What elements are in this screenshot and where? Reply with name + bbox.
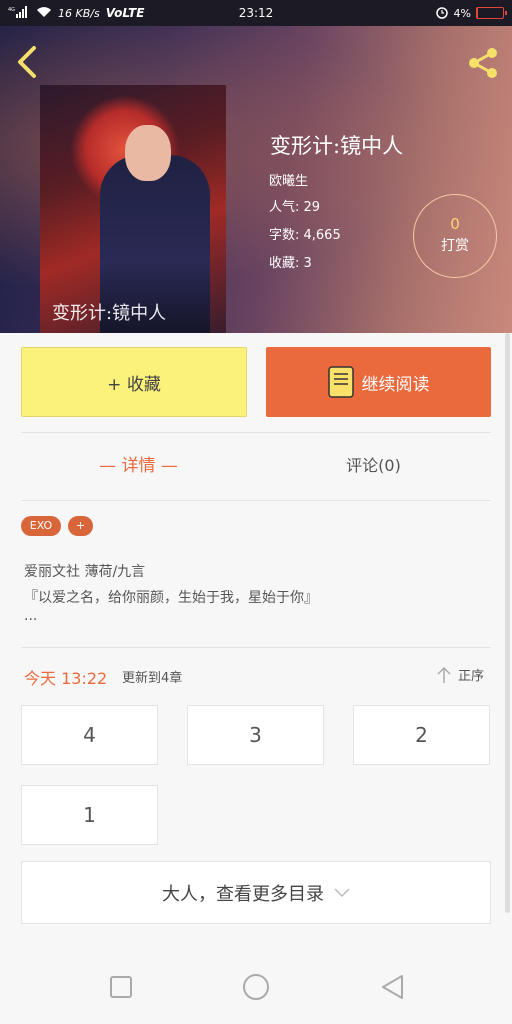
continue-reading-label: 继续阅读 <box>361 374 430 395</box>
arrow-up-icon <box>437 666 451 683</box>
sort-button[interactable]: 正序 <box>436 665 484 684</box>
book-icon <box>327 366 354 398</box>
more-catalog-button[interactable]: 大人，查看更多目录 <box>21 861 491 924</box>
description-line-1: 爱丽文社 薄荷/九言 <box>24 564 146 580</box>
circle-icon <box>243 974 269 1000</box>
book-header: 变形计:镜中人 变形计:镜中人 欧曦生 人气: 29 字数: 4,665 收藏:… <box>0 26 512 333</box>
tab-detail[interactable]: — 详情 — <box>21 445 256 487</box>
status-time: 23:12 <box>238 6 274 20</box>
share-button[interactable] <box>464 44 502 82</box>
cover-title: 变形计:镜中人 <box>52 303 167 324</box>
reward-button[interactable]: 0 打赏 <box>413 194 497 278</box>
more-catalog-label: 大人，查看更多目录 <box>162 883 324 905</box>
battery-level <box>477 8 479 18</box>
book-title: 变形计:镜中人 <box>270 134 404 158</box>
triangle-back-icon <box>382 975 403 999</box>
book-word-count: 字数: 4,665 <box>269 228 341 243</box>
chevron-left-icon <box>18 46 36 78</box>
reward-label: 打赏 <box>441 238 469 254</box>
status-bar: 4G 16 KB/s VoLTE 23:12 4% <box>0 0 512 26</box>
back-button[interactable] <box>12 44 42 80</box>
divider <box>21 500 491 501</box>
divider <box>21 432 491 433</box>
battery-icon <box>476 7 507 19</box>
description-ellipsis[interactable]: ... <box>24 608 37 624</box>
book-cover[interactable]: 变形计:镜中人 <box>40 85 226 333</box>
description-line-2: 『以爱之名，给你丽颜，生始于我，星始于你』 <box>24 590 318 606</box>
chapter-item[interactable]: 1 <box>21 785 158 845</box>
chapter-item[interactable]: 4 <box>21 705 158 765</box>
book-popularity: 人气: 29 <box>269 200 321 215</box>
square-icon <box>110 976 132 998</box>
book-author[interactable]: 欧曦生 <box>269 170 308 189</box>
cover-face <box>125 125 171 181</box>
scrollbar[interactable] <box>505 333 510 913</box>
continue-reading-button[interactable]: 继续阅读 <box>266 347 491 417</box>
tab-comments[interactable]: 评论(0) <box>256 445 491 487</box>
divider <box>21 647 491 648</box>
tag-exo[interactable]: EXO <box>21 516 61 536</box>
chapter-item[interactable]: 2 <box>353 705 490 765</box>
update-time: 今天 13:22 <box>24 669 108 688</box>
add-tag-button[interactable]: + <box>68 516 93 536</box>
add-favorite-button[interactable]: + 收藏 <box>21 347 247 417</box>
sort-label: 正序 <box>458 669 485 684</box>
update-text: 更新到4章 <box>122 671 183 686</box>
navigation-bar <box>0 950 512 1024</box>
chapter-item[interactable]: 3 <box>187 705 324 765</box>
home-button[interactable] <box>241 972 271 1002</box>
back-nav-button[interactable] <box>377 972 407 1002</box>
chevron-down-icon <box>334 887 350 897</box>
book-favorites: 收藏: 3 <box>269 256 312 271</box>
share-icon <box>469 48 497 78</box>
recent-apps-button[interactable] <box>106 972 136 1002</box>
reward-count: 0 <box>450 215 460 233</box>
